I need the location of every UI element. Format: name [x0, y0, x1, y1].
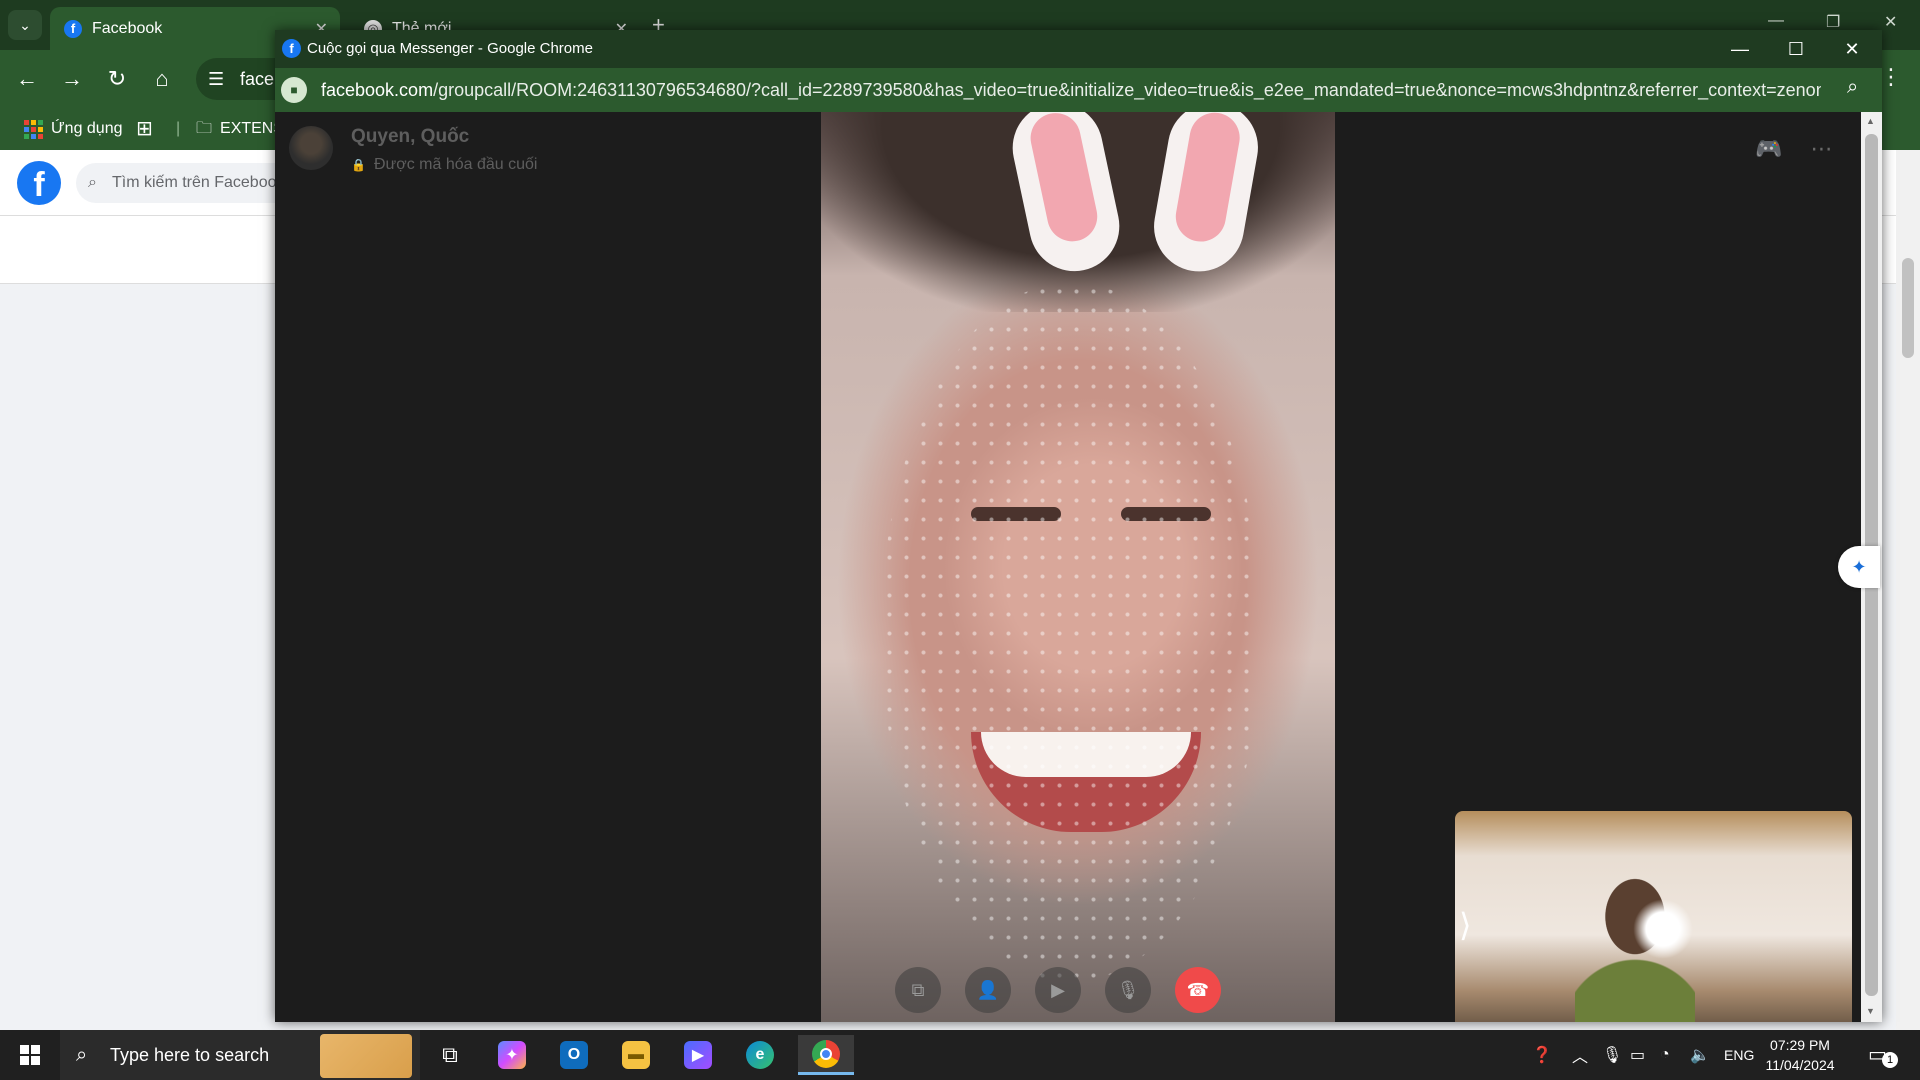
bookmark-folder-extens[interactable]: 🗀 EXTENS: [196, 108, 284, 150]
self-video-preview[interactable]: ⟩: [1455, 811, 1852, 1022]
forward-arrow-icon[interactable]: →: [57, 64, 87, 94]
light-glare: [1633, 899, 1693, 959]
tab-search-button[interactable]: ⌄: [8, 10, 42, 40]
bookmark-apps[interactable]: Ứng dụng: [24, 108, 123, 150]
app-launcher-icon[interactable]: ▶: [676, 1035, 720, 1075]
popup-url-bar: ■ facebook.com/groupcall/ROOM:2463113079…: [275, 68, 1882, 112]
wifi-icon[interactable]: ◔: [1660, 1030, 1670, 1080]
outlook-icon[interactable]: O: [552, 1035, 596, 1075]
site-info-icon[interactable]: ☰: [208, 58, 224, 100]
chevron-right-icon[interactable]: ⟩: [1459, 906, 1471, 944]
scroll-up-icon[interactable]: ▲: [1866, 116, 1875, 126]
file-explorer-icon[interactable]: ▬: [614, 1035, 658, 1075]
chrome-icon[interactable]: [798, 1035, 854, 1075]
window-title: Cuộc gọi qua Messenger - Google Chrome: [307, 40, 593, 57]
call-controls: ⧉ 👤 ▶ 🎙 ☎: [895, 967, 1255, 1017]
language-indicator[interactable]: ENG: [1724, 1030, 1754, 1080]
bookmark-divider: |: [176, 120, 181, 137]
microphone-tray-icon[interactable]: 🎙: [1602, 1030, 1622, 1080]
url-path: /groupcall/ROOM:24631130796534680/?call_…: [433, 80, 1821, 100]
notification-badge: 1: [1882, 1052, 1898, 1068]
encryption-text: Được mã hóa đầu cuối: [373, 156, 538, 173]
minimize-icon[interactable]: —: [1768, 12, 1784, 30]
facebook-logo-icon[interactable]: f: [17, 161, 61, 205]
scroll-down-icon[interactable]: ▼: [1866, 1006, 1875, 1016]
end-call-icon[interactable]: ☎: [1175, 967, 1221, 1013]
facebook-favicon-icon: f: [64, 19, 82, 38]
microphone-icon[interactable]: 🎙: [1105, 967, 1151, 1013]
more-options-icon[interactable]: ⋯: [1811, 136, 1833, 161]
folder-icon: 🗀: [196, 120, 213, 137]
encryption-status: 🔒 Được mã hóa đầu cuối: [351, 156, 537, 174]
messenger-call-window: f Cuộc gọi qua Messenger - Google Chrome…: [275, 30, 1882, 1022]
reload-icon[interactable]: ↻: [102, 64, 132, 94]
clock[interactable]: 07:29 PM 11/04/2024: [1760, 1035, 1840, 1075]
zoom-icon[interactable]: ⌕: [1847, 76, 1858, 99]
task-view-icon[interactable]: ⧉: [428, 1035, 472, 1075]
gamepad-icon[interactable]: 🎮: [1755, 136, 1782, 161]
chevron-up-icon[interactable]: ︿: [1572, 1030, 1588, 1080]
camera-in-use-icon[interactable]: ■: [281, 77, 307, 103]
avatar: [289, 126, 333, 170]
bookmark-label: Ứng dụng: [51, 120, 123, 137]
share-screen-icon[interactable]: ⧉: [895, 967, 941, 1013]
popup-title-bar: f Cuộc gọi qua Messenger - Google Chrome…: [275, 30, 1882, 68]
search-placeholder: Tìm kiếm trên Facebook: [112, 174, 285, 191]
camera-icon[interactable]: ▶: [1035, 967, 1081, 1013]
taskbar: ⌕ Type here to search ⧉ ✦ O ▬ ▶ e ❓ ︿ 🎙 …: [0, 1030, 1920, 1080]
start-button[interactable]: [0, 1030, 60, 1080]
close-icon[interactable]: ✕: [1824, 30, 1880, 68]
notification-center-icon[interactable]: ▭ 1: [1868, 1042, 1898, 1068]
restore-icon[interactable]: ❐: [1826, 12, 1840, 32]
glitter-filter: [881, 282, 1261, 982]
tab-groups-icon[interactable]: ⊞: [136, 108, 153, 150]
search-highlight-image: [320, 1034, 412, 1078]
search-icon: ⌕: [76, 1044, 88, 1066]
back-arrow-icon[interactable]: ←: [12, 64, 42, 94]
caller-name: Quyen, Quốc: [351, 126, 470, 147]
ear-inner: [1171, 112, 1244, 246]
address-text: face: [240, 69, 275, 89]
scrollbar-thumb[interactable]: [1902, 258, 1914, 358]
home-icon[interactable]: ⌂: [147, 64, 177, 94]
add-person-icon[interactable]: 👤: [965, 967, 1011, 1013]
top-right-controls: 🎮 ⋯: [1755, 136, 1833, 162]
lock-icon: 🔒: [351, 158, 366, 172]
url-domain: facebook.com: [321, 80, 434, 100]
apps-grid-icon: [24, 119, 43, 139]
minimize-icon[interactable]: —: [1712, 30, 1768, 68]
windows-logo-icon: [20, 1045, 40, 1065]
volume-icon[interactable]: 🔈: [1690, 1030, 1710, 1080]
battery-icon[interactable]: ▭: [1630, 1030, 1645, 1080]
search-icon: ⌕: [88, 174, 97, 191]
search-placeholder: Type here to search: [110, 1045, 270, 1065]
edge-icon[interactable]: e: [738, 1035, 782, 1075]
ear-inner: [1025, 112, 1102, 246]
maximize-icon[interactable]: ☐: [1768, 30, 1824, 68]
facebook-favicon-icon: f: [282, 39, 301, 58]
page-scrollbar[interactable]: [1896, 150, 1920, 1030]
chrome-menu-icon[interactable]: ⋮: [1880, 64, 1902, 90]
remote-video: [821, 112, 1335, 1022]
tab-title: Facebook: [92, 19, 163, 37]
help-icon[interactable]: ❓: [1532, 1030, 1552, 1080]
close-icon[interactable]: ✕: [1884, 12, 1897, 32]
date: 11/04/2024: [1765, 1057, 1835, 1073]
extension-bubble-icon[interactable]: ✦: [1838, 546, 1880, 588]
time: 07:29 PM: [1770, 1037, 1830, 1053]
copilot-icon[interactable]: ✦: [490, 1035, 534, 1075]
call-area: Quyen, Quốc 🔒 Được mã hóa đầu cuối ⧉ 👤 ▶ …: [275, 112, 1861, 1022]
popup-url[interactable]: facebook.com/groupcall/ROOM:246311307965…: [321, 68, 1821, 112]
